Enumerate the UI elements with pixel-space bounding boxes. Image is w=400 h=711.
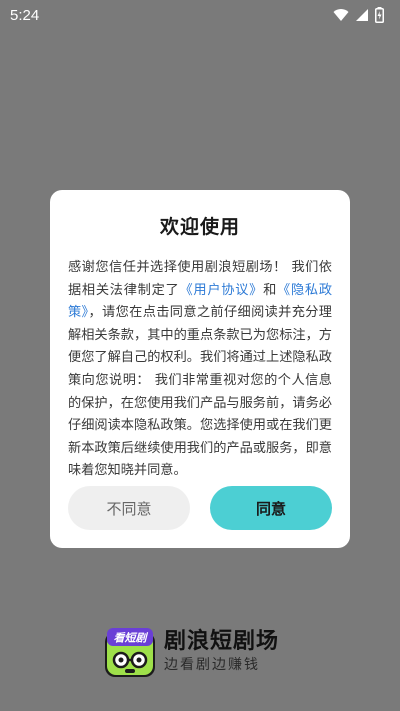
agree-button[interactable]: 同意 — [210, 486, 332, 530]
welcome-dialog: 欢迎使用 感谢您信任并选择使用剧浪短剧场！ 我们依据相关法律制定了《用户协议》和… — [50, 190, 350, 548]
dialog-buttons: 不同意 同意 — [68, 486, 332, 530]
logo-badge-text: 看短剧 — [114, 632, 149, 645]
status-icons — [333, 7, 384, 23]
status-bar: 5:24 — [0, 0, 400, 30]
brand-footer: 看短剧 剧浪短剧场 边看剧边赚钱 — [104, 624, 279, 680]
dialog-title: 欢迎使用 — [159, 216, 240, 238]
dialog-body: 感谢您信任并选择使用剧浪短剧场！ 我们依据相关法律制定了《用户协议》和《隐私政策… — [68, 257, 332, 483]
brand-text: 剧浪短剧场 边看剧边赚钱 — [164, 629, 279, 675]
app-logo: 看短剧 — [105, 628, 155, 677]
body-text-and: 和 — [263, 282, 278, 298]
status-time: 5:24 — [10, 6, 40, 24]
wifi-icon — [333, 8, 349, 22]
brand-slogan: 边看剧边赚钱 — [164, 657, 260, 673]
battery-charging-icon — [375, 7, 384, 23]
user-agreement-link[interactable]: 《用户协议》 — [179, 283, 263, 298]
brand-name: 剧浪短剧场 — [164, 629, 280, 654]
body-text-details: ，请您在点击同意之前仔细阅读并充分理解相关条款，其中的重点条款已为您标注，方便您… — [68, 305, 332, 479]
disagree-button[interactable]: 不同意 — [68, 486, 190, 530]
signal-icon — [355, 8, 369, 22]
